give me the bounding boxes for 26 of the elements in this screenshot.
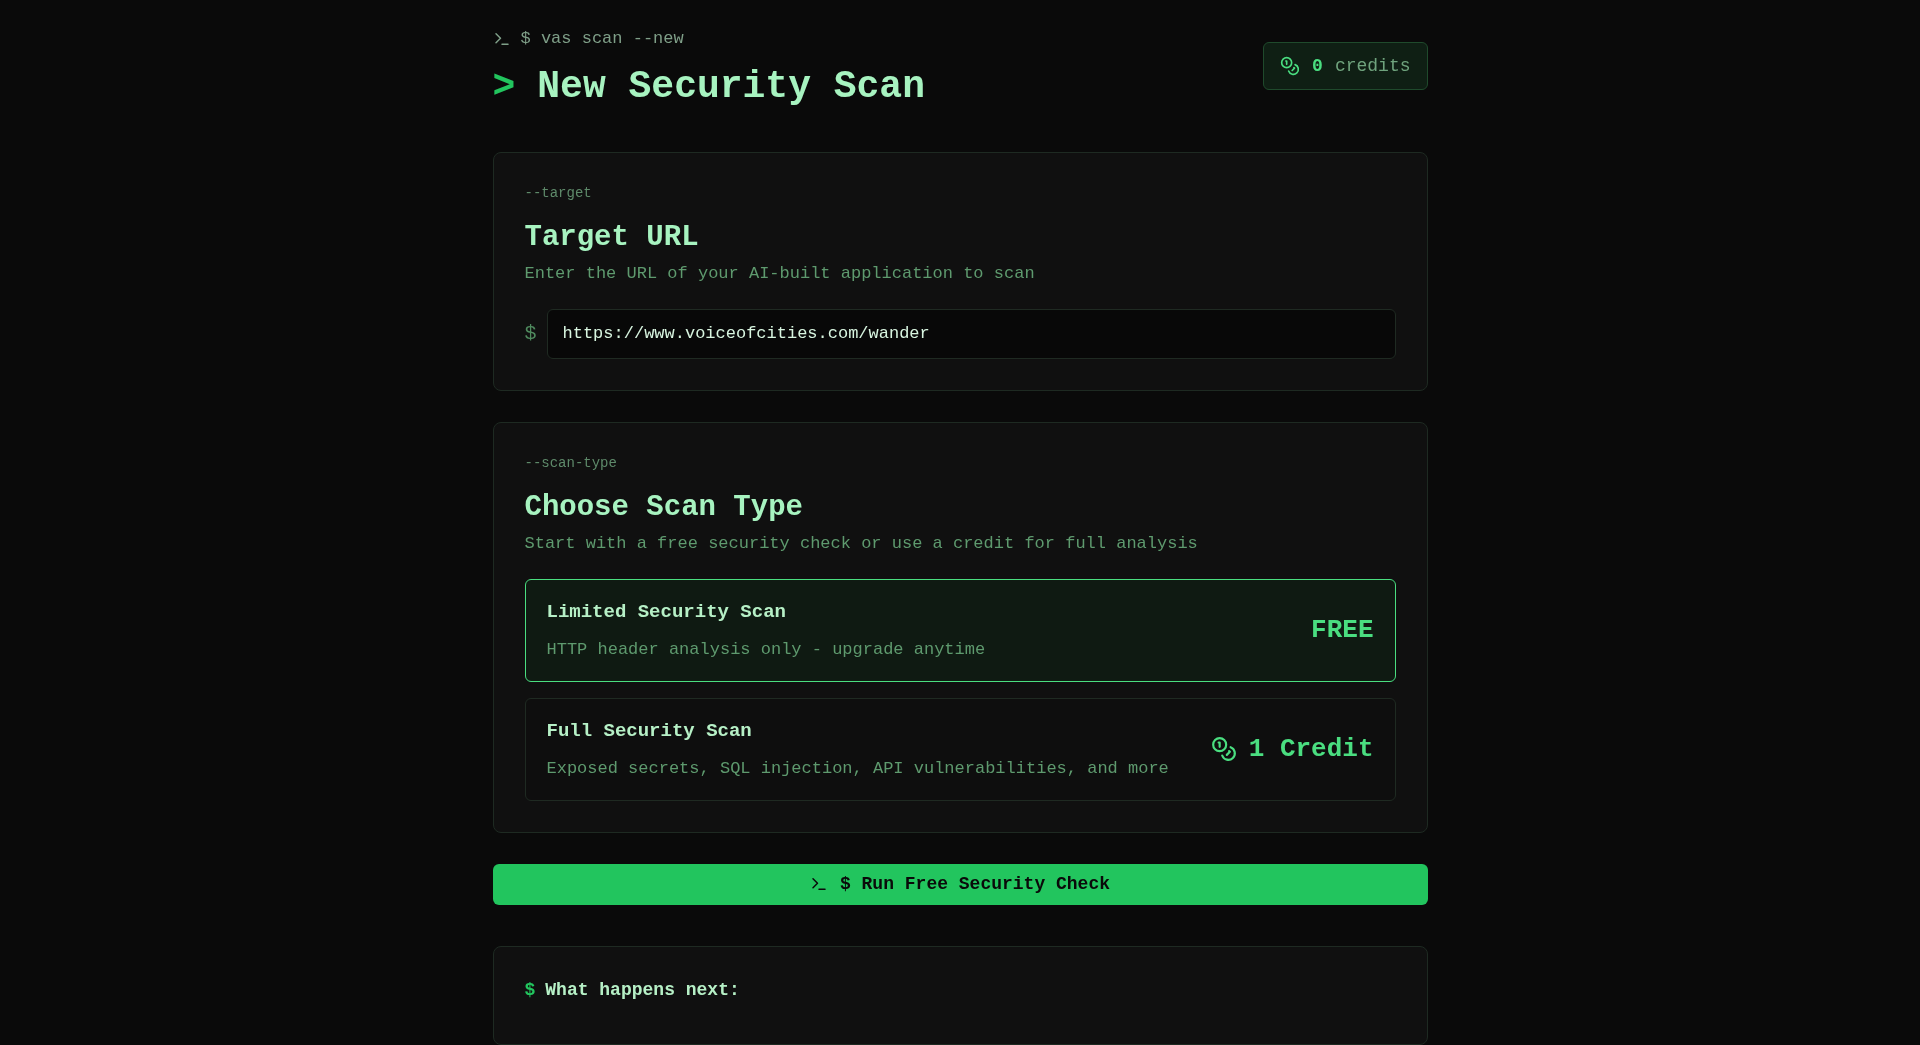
- prompt-symbol: $: [524, 320, 537, 347]
- scan-option[interactable]: Limited Security Scan HTTP header analysis only - upgrade anytime FREE: [524, 578, 1396, 682]
- option-description: Exposed secrets, SQL injection, API vulnerabilities, and more: [546, 757, 1169, 780]
- credits-count: 0: [1312, 54, 1323, 78]
- price-label: 1 Credit: [1248, 732, 1374, 766]
- coins-icon: [1210, 736, 1237, 762]
- coins-icon: [1280, 56, 1301, 76]
- flag-label: --scan-type: [524, 453, 618, 473]
- option-description: HTTP header analysis only - upgrade anytime: [546, 638, 986, 661]
- section-description: Start with a free security check or use a credit for full analysis: [524, 533, 1199, 555]
- credits-label: credits: [1334, 54, 1411, 78]
- section-title: Choose Scan Type: [524, 489, 804, 526]
- section-description: Enter the URL of your AI-built application to scan: [524, 263, 1036, 285]
- command-line: $ vas scan --new: [520, 28, 684, 50]
- option-title: Full Security Scan: [546, 719, 753, 744]
- page-title: New Security Scan: [537, 63, 925, 110]
- next-steps-title: What happens next:: [545, 979, 740, 1002]
- price-label: FREE: [1311, 613, 1374, 647]
- run-scan-button[interactable]: $ Run Free Security Check: [492, 863, 1428, 905]
- url-input[interactable]: https://www.voiceofcities.com/wander: [546, 308, 1396, 359]
- flag-label: --target: [524, 183, 593, 203]
- section-title: Target URL: [524, 219, 700, 256]
- prompt-marker: >: [492, 63, 516, 110]
- option-title: Limited Security Scan: [546, 600, 787, 625]
- scan-option[interactable]: Full Security Scan Exposed secrets, SQL injection, API vulnerabilities, and more 1 Credit: [524, 697, 1396, 801]
- prompt-symbol: $: [524, 979, 536, 1002]
